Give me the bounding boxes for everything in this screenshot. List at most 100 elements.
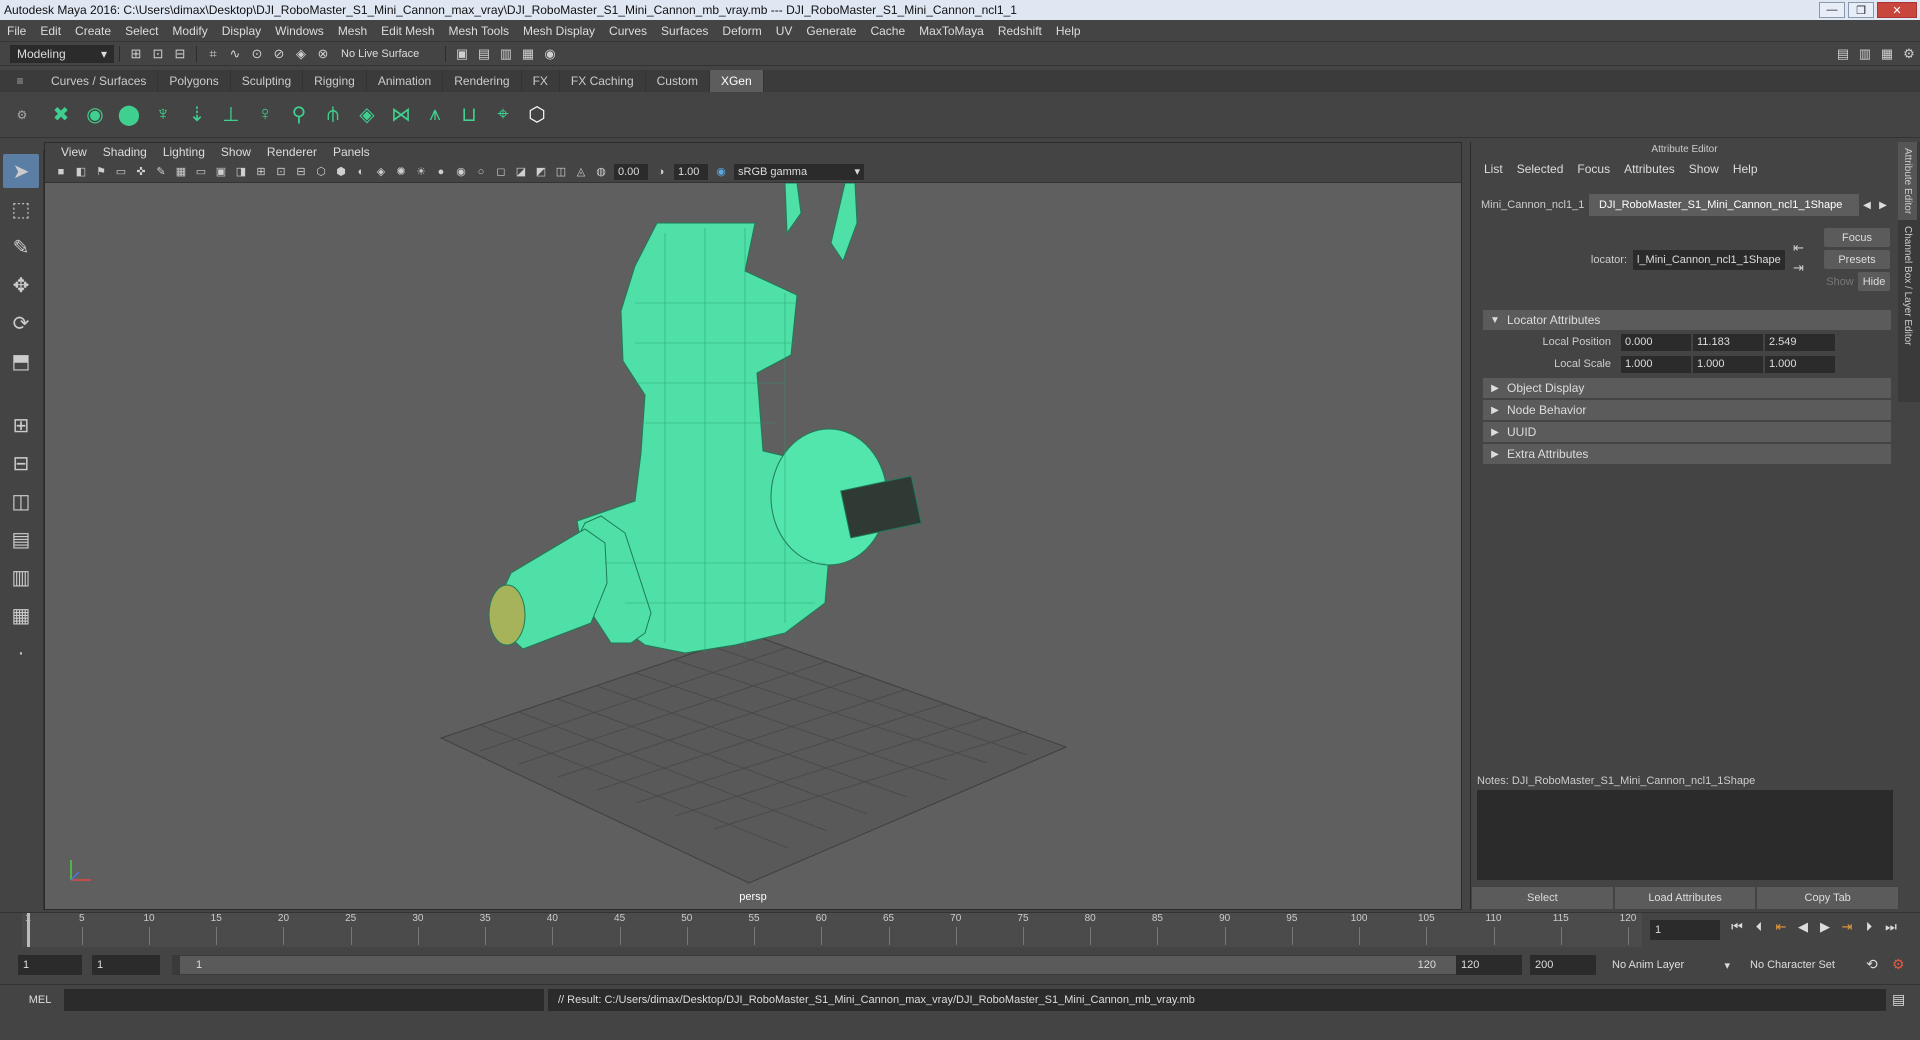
menu-mesh-tools[interactable]: Mesh Tools <box>442 24 516 38</box>
gamma-icon[interactable]: ◑ <box>653 164 669 180</box>
command-input[interactable] <box>64 989 544 1011</box>
xray-components-icon[interactable]: ◬ <box>573 164 589 180</box>
ae-menu-focus[interactable]: Focus <box>1570 162 1617 176</box>
rotate-tool-icon[interactable]: ⟳ <box>3 306 39 340</box>
snap-surface-icon[interactable]: ◈ <box>292 45 310 63</box>
playback-start-field[interactable]: 1 <box>92 955 160 975</box>
local-position-x[interactable]: 0.000 <box>1621 333 1691 351</box>
select-tool-icon[interactable]: ➤ <box>3 154 39 188</box>
smooth-shade-icon[interactable]: ⬢ <box>333 164 349 180</box>
select-button[interactable]: Select <box>1472 887 1613 909</box>
script-language-toggle[interactable]: MEL <box>18 991 62 1009</box>
isolate-select-icon[interactable]: ◪ <box>513 164 529 180</box>
color-space-selector[interactable]: sRGB gamma ▾ <box>734 163 864 180</box>
use-all-lights-icon[interactable]: ✺ <box>393 164 409 180</box>
tab-transform-node[interactable]: Mini_Cannon_ncl1_1 <box>1471 194 1589 216</box>
xgen-layers-icon[interactable]: ◈ <box>352 99 382 131</box>
ambient-occlusion-icon[interactable]: ● <box>433 164 449 180</box>
menu-display[interactable]: Display <box>215 24 268 38</box>
notes-textarea[interactable] <box>1477 790 1893 880</box>
gamma-field[interactable]: 1.00 <box>674 163 708 180</box>
select-hierarchy-icon[interactable]: ⊞ <box>127 45 145 63</box>
workspace-icon[interactable]: ▤ <box>1834 45 1852 63</box>
go-to-start-icon[interactable]: ⏮ <box>1726 919 1748 935</box>
ae-menu-show[interactable]: Show <box>1682 162 1726 176</box>
menu-select[interactable]: Select <box>118 24 165 38</box>
animation-end-field[interactable]: 200 <box>1530 955 1596 975</box>
character-set-selector[interactable]: No Character Set <box>1750 955 1870 975</box>
two-view-icon[interactable]: ◫ <box>3 484 39 518</box>
depth-of-field-icon[interactable]: ◻ <box>493 164 509 180</box>
exposure-field[interactable]: 0.00 <box>614 163 648 180</box>
grease-pencil-icon[interactable]: ✎ <box>153 164 169 180</box>
wireframe-icon[interactable]: ⬡ <box>313 164 329 180</box>
tab-fx-caching[interactable]: FX Caching <box>560 70 646 92</box>
anti-aliasing-icon[interactable]: ○ <box>473 164 489 180</box>
go-to-end-icon[interactable]: ⏭ <box>1880 919 1902 935</box>
local-scale-z[interactable]: 1.000 <box>1765 355 1835 373</box>
menu-mesh-display[interactable]: Mesh Display <box>516 24 602 38</box>
gate-mask-icon[interactable]: ◨ <box>233 164 249 180</box>
viewport-menu-view[interactable]: View <box>53 145 95 159</box>
tab-scroll-right-icon[interactable]: ▶ <box>1875 200 1891 211</box>
menu-create[interactable]: Create <box>68 24 118 38</box>
hypershade-icon[interactable]: ◉ <box>541 45 559 63</box>
tab-rendering[interactable]: Rendering <box>443 70 522 92</box>
minimize-button[interactable]: — <box>1819 2 1845 18</box>
ae-menu-attributes[interactable]: Attributes <box>1617 162 1682 176</box>
menu-maxtomaya[interactable]: MaxToMaya <box>912 24 991 38</box>
graph-view-icon[interactable]: ▥ <box>3 560 39 594</box>
local-position-y[interactable]: 11.183 <box>1693 333 1763 351</box>
timeline-playhead[interactable] <box>27 913 30 947</box>
select-component-icon[interactable]: ⊟ <box>171 45 189 63</box>
section-locator-attributes[interactable]: ▼ Locator Attributes <box>1483 310 1891 330</box>
snap-grid-icon[interactable]: ⌗ <box>204 45 222 63</box>
render-settings-icon[interactable]: ▦ <box>519 45 537 63</box>
viewport-menu-show[interactable]: Show <box>213 145 259 159</box>
scene-view[interactable] <box>45 182 1461 909</box>
exposure-icon[interactable]: ◍ <box>593 164 609 180</box>
textured-icon[interactable]: ◈ <box>373 164 389 180</box>
tab-polygons[interactable]: Polygons <box>158 70 231 92</box>
viewport-menu-lighting[interactable]: Lighting <box>155 145 213 159</box>
xgen-place-guide-icon[interactable]: ⇣ <box>182 99 212 131</box>
playback-end-field[interactable]: 120 <box>1456 955 1522 975</box>
xgen-interactive-icon[interactable]: ⬡ <box>522 99 552 131</box>
menu-help[interactable]: Help <box>1049 24 1088 38</box>
range-slider-bar[interactable]: 1 120 <box>180 956 1458 974</box>
toggle-attribute-editor-icon[interactable]: ⚙ <box>1900 45 1918 63</box>
field-chart-icon[interactable]: ⊞ <box>253 164 269 180</box>
film-gate-icon[interactable]: ▭ <box>193 164 209 180</box>
xgen-comb-icon[interactable]: ⫛ <box>318 99 348 131</box>
shelf-options-icon[interactable]: ⚙ <box>0 92 44 138</box>
tab-attribute-editor[interactable]: Attribute Editor <box>1898 142 1917 221</box>
tab-channel-box[interactable]: Channel Box / Layer Editor <box>1898 220 1917 352</box>
xgen-noise-icon[interactable]: ⩚ <box>420 99 450 131</box>
snap-curve-icon[interactable]: ∿ <box>226 45 244 63</box>
tab-custom[interactable]: Custom <box>646 70 710 92</box>
two-d-pan-icon[interactable]: ✜ <box>133 164 149 180</box>
viewport-canvas[interactable]: persp <box>45 182 1461 909</box>
xgen-preview-icon[interactable]: ◉ <box>80 99 110 131</box>
grid-icon[interactable]: ▦ <box>173 164 189 180</box>
tab-rigging[interactable]: Rigging <box>303 70 367 92</box>
load-attributes-button[interactable]: Load Attributes <box>1614 887 1756 909</box>
xgen-sculpt-guide-icon[interactable]: ♀ <box>250 99 280 131</box>
mode-selector[interactable]: Modeling ▾ <box>10 44 114 63</box>
tab-animation[interactable]: Animation <box>367 70 444 92</box>
more-layouts-icon[interactable]: · <box>3 636 39 670</box>
go-to-input-icon[interactable]: ⇤ <box>1793 240 1804 256</box>
paint-select-tool-icon[interactable]: ✎ <box>3 230 39 264</box>
select-object-icon[interactable]: ⊡ <box>149 45 167 63</box>
safe-title-icon[interactable]: ⊟ <box>293 164 309 180</box>
section-extra-attributes[interactable]: ▶ Extra Attributes <box>1483 444 1891 464</box>
step-forward-frame-icon[interactable]: ⇥ <box>1836 919 1858 935</box>
section-node-behavior[interactable]: ▶ Node Behavior <box>1483 400 1891 420</box>
resolution-gate-icon[interactable]: ▣ <box>213 164 229 180</box>
scale-tool-icon[interactable]: ⬒ <box>3 344 39 378</box>
xray-joints-icon[interactable]: ◫ <box>553 164 569 180</box>
viewport-menu-shading[interactable]: Shading <box>95 145 155 159</box>
shelf-menu-icon[interactable]: ≡ <box>0 70 40 92</box>
snap-view-icon[interactable]: ⊘ <box>270 45 288 63</box>
step-back-frame-icon[interactable]: ⇤ <box>1770 919 1792 935</box>
